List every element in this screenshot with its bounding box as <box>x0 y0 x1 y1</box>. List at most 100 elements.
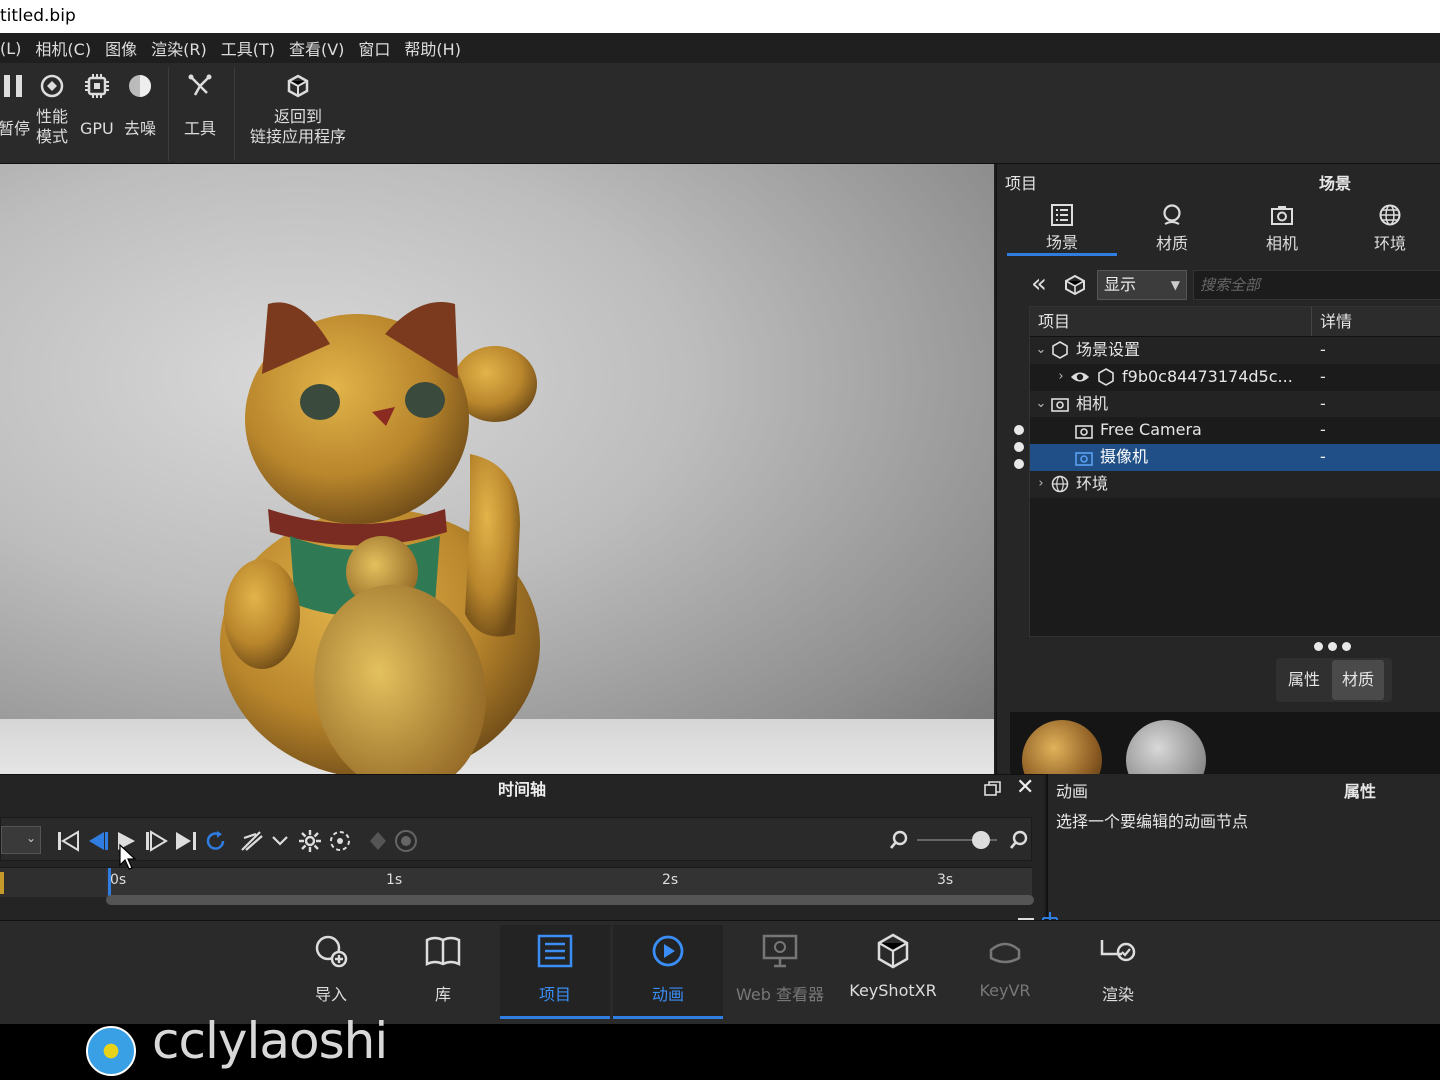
tree-row-camera-selected[interactable]: 摄像机 - <box>1030 444 1440 471</box>
target-settings-icon[interactable] <box>327 828 353 854</box>
menu-item-camera[interactable]: 相机(C) <box>35 36 91 60</box>
zoom-out-icon[interactable] <box>889 830 909 854</box>
go-to-start-button[interactable] <box>55 828 81 854</box>
tree-row-environment[interactable]: › 环境 <box>1030 470 1440 498</box>
menu-item-render[interactable]: 渲染(R) <box>151 36 207 60</box>
timeline-dropdown[interactable]: ⌄ <box>1 826 41 854</box>
column-header-detail[interactable]: 详情 <box>1312 307 1352 336</box>
project-panel-header: 项目 场景 <box>997 164 1440 196</box>
menu-item-tools[interactable]: 工具(T) <box>221 36 275 60</box>
eye-icon[interactable] <box>1070 367 1090 387</box>
pause-button[interactable]: 暂停 <box>0 71 30 139</box>
gear-icon[interactable] <box>297 828 323 854</box>
sub-tab-properties[interactable]: 属性 <box>1278 660 1330 700</box>
panel-title: 项目 <box>1005 174 1038 193</box>
ruler-label: 2s <box>662 872 679 888</box>
tree-detail: - <box>1320 393 1326 413</box>
window-title-bar: titled.bip <box>0 0 1440 33</box>
go-to-end-button[interactable] <box>173 828 199 854</box>
sub-tab-material[interactable]: 材质 <box>1332 660 1385 700</box>
timeline-ruler[interactable]: 0s 1s 2s 3s <box>0 867 1032 898</box>
project-button[interactable]: 项目 <box>500 925 610 1019</box>
tree-detail: - <box>1320 340 1326 359</box>
tree-side-handle[interactable] <box>1014 425 1024 476</box>
animation-panel-subtitle: 属性 <box>1344 782 1377 801</box>
chevron-right-icon[interactable]: › <box>1052 364 1070 391</box>
tree-row-scene-settings[interactable]: ⌄ 场景设置 - <box>1030 337 1440 364</box>
scene-tree-header: 项目 详情 <box>1030 307 1440 337</box>
camera-icon <box>1050 394 1070 414</box>
scene-tree: 项目 详情 ⌄ 场景设置 - › f9b0c84473174d5c... - ⌄… <box>1029 306 1440 637</box>
render-button[interactable]: 渲染 <box>1063 925 1173 1019</box>
chevron-down-icon[interactable]: ⌄ <box>1032 391 1050 418</box>
step-forward-button[interactable] <box>143 828 169 854</box>
tools-icon <box>185 71 215 101</box>
import-label: 导入 <box>314 985 347 1004</box>
import-button[interactable]: 导入 <box>276 925 386 1019</box>
book-icon <box>423 931 463 971</box>
tools-button[interactable]: 工具 <box>184 71 216 139</box>
close-icon[interactable]: ✕ <box>1016 777 1034 799</box>
list-icon <box>1049 202 1075 227</box>
chevron-down-icon[interactable] <box>267 828 293 854</box>
tree-filter-row: « 显示 ▼ 搜索全部 <box>997 268 1440 302</box>
tab-environment[interactable]: 环境 <box>1335 198 1440 256</box>
link-app-icon <box>283 71 313 101</box>
timeline-scrollbar[interactable] <box>106 895 1034 905</box>
web-viewer-label: Web 查看器 <box>736 985 824 1004</box>
render-viewport[interactable] <box>0 164 994 774</box>
animation-icon <box>648 931 688 971</box>
menu-item-image[interactable]: 图像 <box>105 36 137 60</box>
chevron-down-icon[interactable]: ⌄ <box>1032 337 1050 364</box>
tab-material[interactable]: 材质 <box>1117 198 1227 256</box>
scene-tree-icon[interactable] <box>1063 274 1087 300</box>
keyshotxr-button[interactable]: KeyShotXR <box>838 925 948 1019</box>
timeline-panel: 时间轴 ✕ ⌄ 0s 1s 2s 3s <box>0 774 1044 920</box>
step-back-button[interactable] <box>85 828 111 854</box>
lucky-cat-model <box>220 302 540 774</box>
library-button[interactable]: 库 <box>388 925 498 1019</box>
zoom-slider-handle[interactable] <box>972 831 990 849</box>
collapse-panel-icon[interactable]: « <box>1031 270 1047 298</box>
menu-item-help[interactable]: 帮助(H) <box>404 36 461 60</box>
tab-camera[interactable]: 相机 <box>1227 198 1337 256</box>
watermark-logo <box>86 1026 136 1076</box>
restore-window-icon[interactable] <box>984 781 1002 801</box>
return-to-linked-app-button[interactable]: 返回到 链接应用程序 <box>250 71 346 147</box>
menu-item-l[interactable]: (L) <box>0 39 21 58</box>
tab-scene[interactable]: 场景 <box>1007 198 1117 256</box>
ruler-track <box>106 868 1032 898</box>
material-thumbnail-gray[interactable] <box>1126 720 1206 774</box>
web-viewer-button[interactable]: Web 查看器 <box>725 925 835 1019</box>
pause-label: 暂停 <box>0 119 31 138</box>
motion-curve-icon[interactable] <box>239 828 265 854</box>
tree-detail: - <box>1320 447 1326 467</box>
material-thumbnail-gold[interactable] <box>1022 720 1102 774</box>
performance-mode-button[interactable]: 性能 模式 <box>36 71 68 147</box>
render-icon <box>1098 931 1138 971</box>
menu-item-window[interactable]: 窗口 <box>358 36 390 60</box>
animation-button[interactable]: 动画 <box>613 925 723 1019</box>
tab-environment-label: 环境 <box>1373 234 1406 253</box>
tree-label: Free Camera <box>1100 420 1202 440</box>
tree-row-camera[interactable]: ⌄ 相机 - <box>1030 390 1440 418</box>
loop-icon[interactable] <box>203 828 229 854</box>
search-input[interactable]: 搜索全部 <box>1193 270 1440 300</box>
keyvr-button[interactable]: KeyVR <box>950 925 1060 1019</box>
tree-detail <box>1312 471 1320 498</box>
tree-row-free-camera[interactable]: Free Camera - <box>1030 417 1440 444</box>
tree-label: f9b0c84473174d5c... <box>1122 366 1293 386</box>
denoise-button[interactable]: 去噪 <box>124 71 156 139</box>
tree-row-model[interactable]: › f9b0c84473174d5c... - <box>1030 364 1440 391</box>
chevron-right-icon[interactable]: › <box>1032 471 1050 498</box>
gpu-button[interactable]: GPU <box>80 71 114 139</box>
globe-icon <box>1377 202 1403 228</box>
panel-resize-handle[interactable] <box>1314 642 1351 651</box>
display-select[interactable]: 显示 ▼ <box>1097 270 1187 300</box>
zoom-in-icon[interactable] <box>1009 830 1029 854</box>
column-header-item[interactable]: 项目 <box>1030 307 1312 336</box>
menu-item-view[interactable]: 查看(V) <box>289 36 344 60</box>
toolbar-separator <box>168 67 169 161</box>
keyshotxr-label: KeyShotXR <box>849 981 937 1000</box>
material-thumbnails <box>1010 712 1440 774</box>
